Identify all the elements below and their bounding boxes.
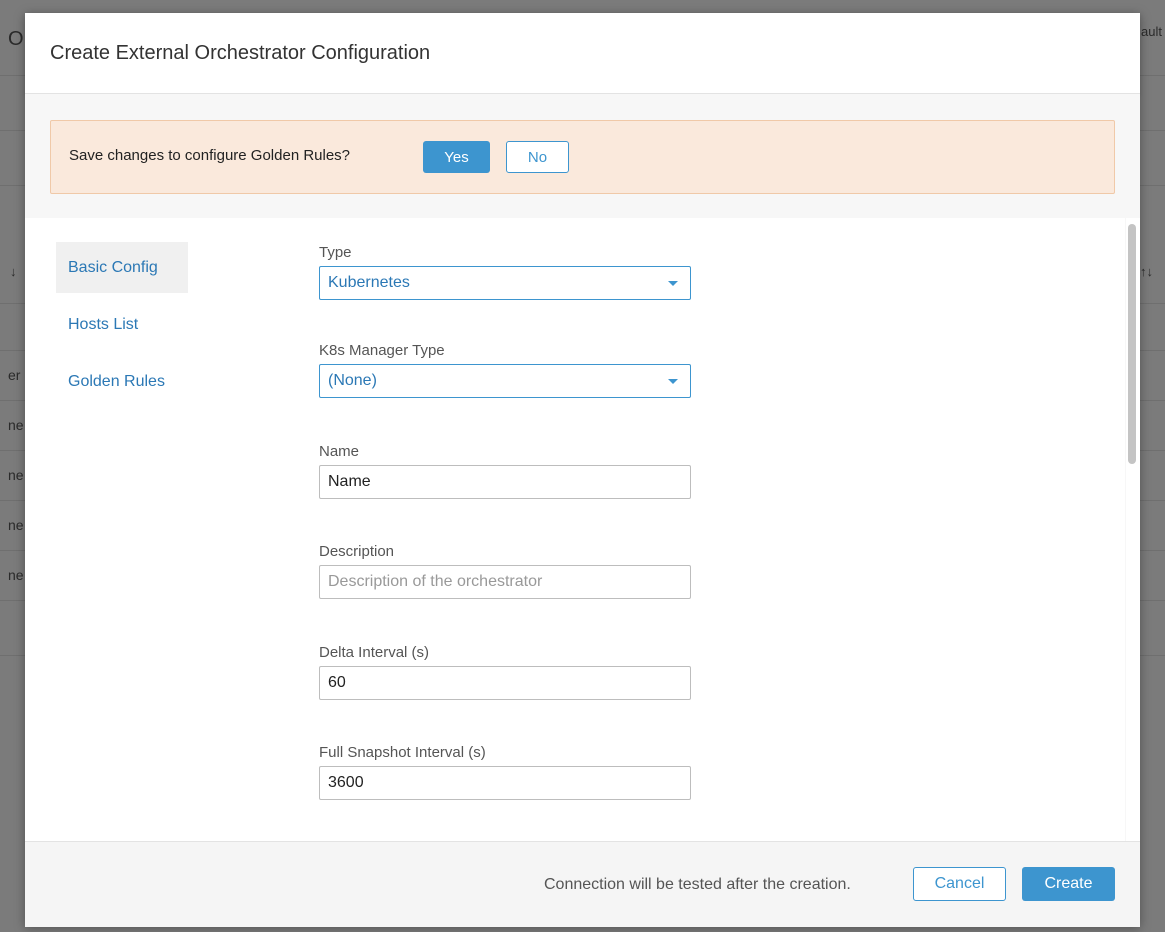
- modal-body: Save changes to configure Golden Rules? …: [25, 94, 1140, 841]
- full-snapshot-interval-input[interactable]: [319, 766, 691, 800]
- sort-icon: ↑↓: [1140, 264, 1153, 279]
- delta-interval-input[interactable]: [319, 666, 691, 700]
- create-button[interactable]: Create: [1022, 867, 1115, 901]
- full-snapshot-interval-label: Full Snapshot Interval (s): [319, 744, 486, 761]
- k8s-manager-type-select[interactable]: (None): [319, 364, 691, 398]
- name-label: Name: [319, 443, 360, 460]
- caret-down-icon: [668, 281, 678, 286]
- connection-note: Connection will be tested after the crea…: [544, 876, 851, 893]
- save-changes-alert: Save changes to configure Golden Rules? …: [50, 120, 1115, 194]
- background-row-fragment: ne: [8, 467, 24, 483]
- modal-header: Create External Orchestrator Configurati…: [25, 13, 1140, 94]
- background-row-fragment: ne: [8, 417, 24, 433]
- type-select[interactable]: Kubernetes: [319, 266, 691, 300]
- background-title-fragment: O: [8, 28, 24, 50]
- name-field: Name: [319, 443, 691, 499]
- description-field: Description: [319, 543, 691, 599]
- nav-item-golden-rules[interactable]: Golden Rules: [56, 356, 188, 407]
- type-select-value: Kubernetes: [328, 274, 410, 291]
- k8s-manager-type-label: K8s Manager Type: [319, 342, 445, 359]
- alert-message: Save changes to configure Golden Rules?: [69, 147, 351, 164]
- modal-footer: Connection will be tested after the crea…: [25, 841, 1140, 927]
- caret-down-icon: [668, 379, 678, 384]
- k8s-manager-type-value: (None): [328, 372, 377, 389]
- scrollbar-thumb[interactable]: [1128, 224, 1136, 464]
- nav-item-hosts-list[interactable]: Hosts List: [56, 299, 188, 350]
- type-field: Type Kubernetes: [319, 244, 691, 300]
- delta-interval-label: Delta Interval (s): [319, 644, 430, 661]
- delta-interval-field: Delta Interval (s): [319, 644, 691, 700]
- config-side-nav: Basic Config Hosts List Golden Rules: [56, 242, 188, 413]
- form-scrollbar[interactable]: [1126, 218, 1140, 841]
- no-button[interactable]: No: [506, 141, 569, 173]
- description-label: Description: [319, 543, 395, 560]
- description-input[interactable]: [319, 565, 691, 599]
- background-row-fragment: ne: [8, 567, 24, 583]
- background-row-fragment: er: [8, 367, 21, 383]
- full-snapshot-interval-field: Full Snapshot Interval (s): [319, 744, 691, 800]
- name-input[interactable]: [319, 465, 691, 499]
- cancel-button[interactable]: Cancel: [913, 867, 1006, 901]
- create-orchestrator-modal: Create External Orchestrator Configurati…: [25, 13, 1140, 927]
- sort-icon: ↓: [10, 264, 17, 279]
- k8s-manager-type-field: K8s Manager Type (None): [319, 342, 691, 398]
- yes-button[interactable]: Yes: [423, 141, 490, 173]
- modal-title: Create External Orchestrator Configurati…: [50, 42, 431, 64]
- form-content-area: Basic Config Hosts List Golden Rules Typ…: [25, 218, 1125, 841]
- type-label: Type: [319, 244, 352, 261]
- background-row-fragment: ne: [8, 517, 24, 533]
- background-right-fragment: ault: [1141, 24, 1162, 39]
- nav-item-basic-config[interactable]: Basic Config: [56, 242, 188, 293]
